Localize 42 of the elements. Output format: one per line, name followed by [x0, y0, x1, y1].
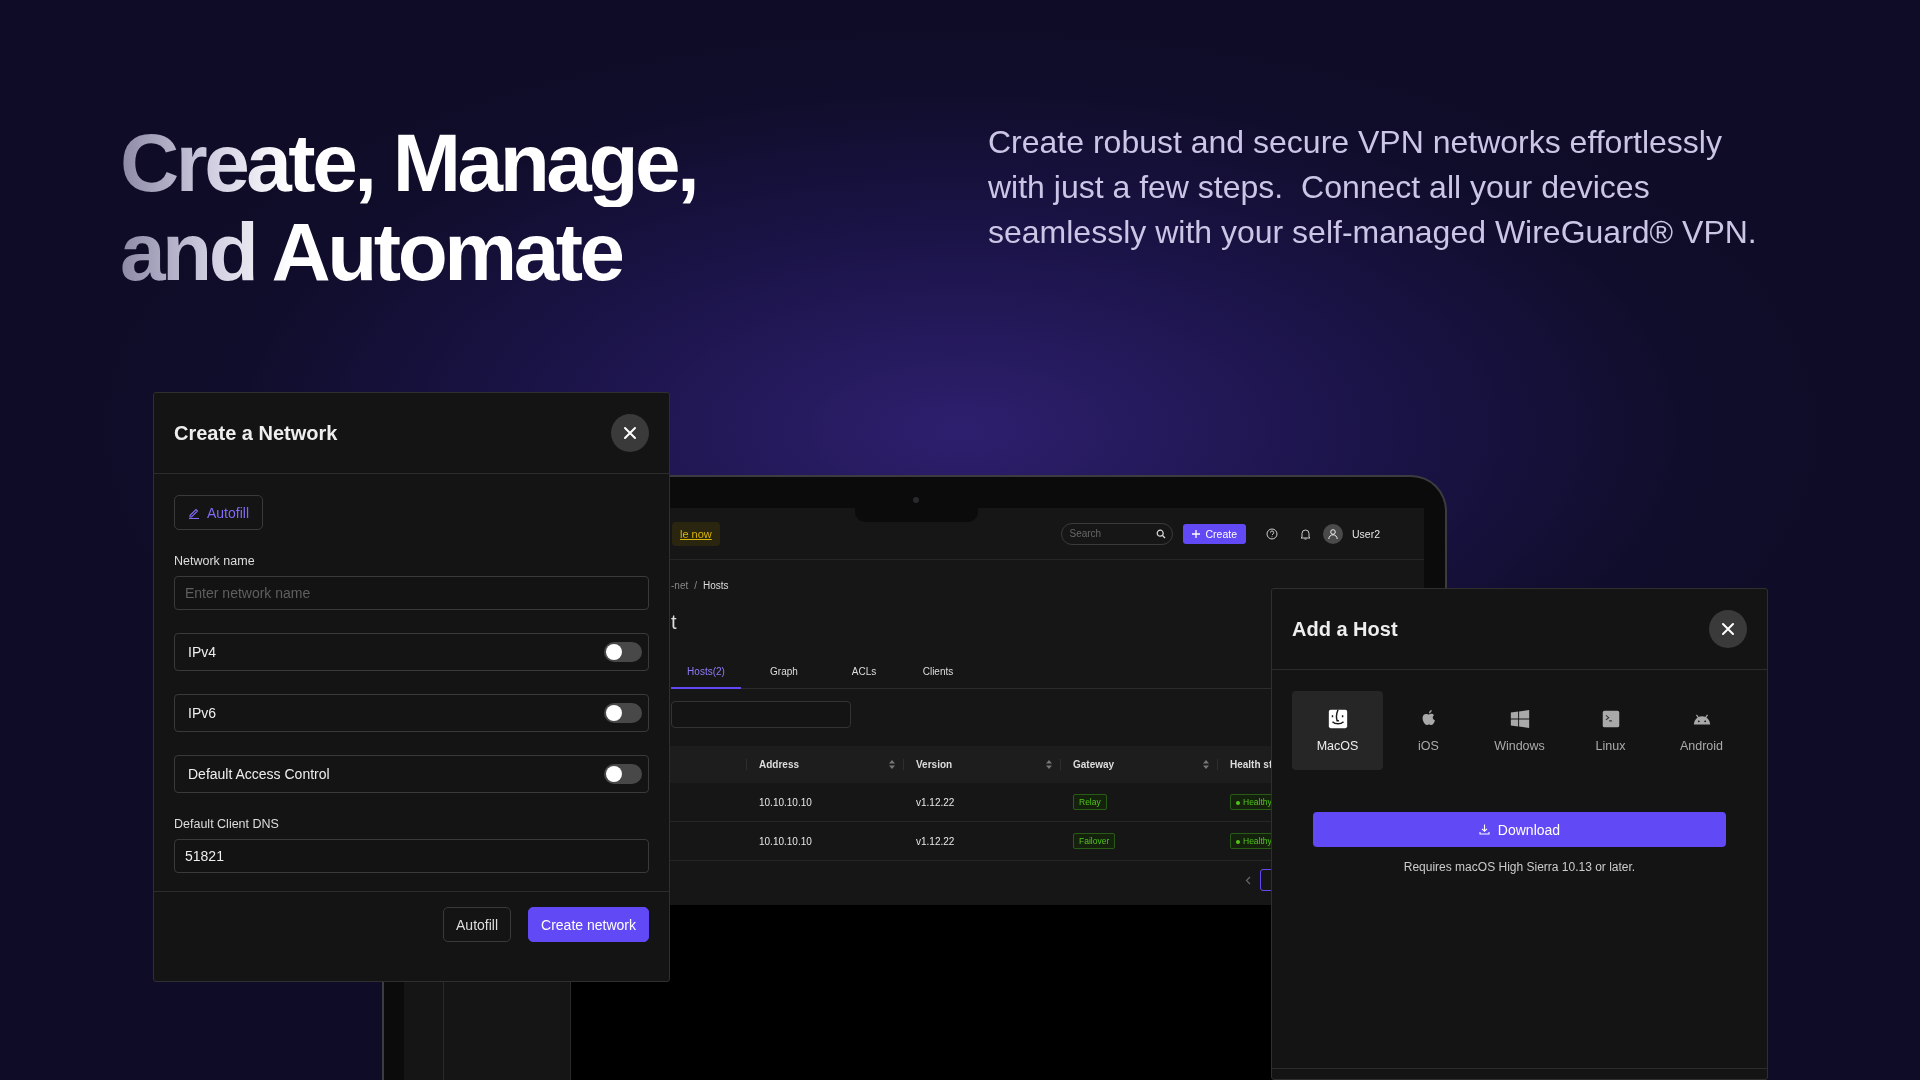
column-header: Version [916, 759, 953, 770]
table-cell-text: 10.10.10.10 [758, 835, 813, 847]
platform-tab[interactable]: iOS [1383, 691, 1474, 770]
description-line: with just a few steps. Connect all your devices [988, 168, 1650, 207]
tab[interactable]: Graph [741, 658, 827, 689]
toggle-label: Default Access Control [188, 766, 330, 782]
breadcrumb-separator: / [694, 580, 697, 591]
field-label: Network name [174, 554, 255, 568]
description-line: seamlessly with your self-managed WireGuard® VPN. [988, 213, 1757, 252]
breadcrumb-item[interactable]: -net [671, 580, 689, 591]
user-name: User2 [1352, 527, 1380, 540]
table-cell-text: v1.12.22 [915, 835, 956, 847]
platform-tab[interactable]: MacOS [1292, 691, 1383, 770]
field-label: Default Client DNS [174, 817, 279, 831]
page-title: t [671, 611, 677, 634]
column-header: Gateway [1073, 759, 1115, 770]
description-line: Create robust and secure VPN networks effortlessly [988, 123, 1722, 162]
toggle-label: IPv6 [188, 705, 216, 721]
dialog-title: Add a Host [1292, 617, 1398, 641]
dialog-title: Create a Network [174, 421, 338, 445]
tab[interactable]: Clients [901, 658, 975, 689]
platform-tab[interactable]: Windows [1474, 691, 1565, 770]
autofill-button[interactable]: Autofill [174, 495, 264, 530]
gateway-badge: Relay [1073, 794, 1107, 810]
platform-tab[interactable]: Android [1656, 691, 1747, 770]
platform-tab[interactable]: Linux [1565, 691, 1656, 770]
tab[interactable]: ACLs [827, 658, 901, 689]
network-name-field[interactable]: Enter network name [174, 576, 649, 610]
breadcrumb-item: Hosts [703, 580, 729, 591]
search-field[interactable]: Search [1061, 522, 1174, 545]
download-button[interactable]: Download [1313, 812, 1726, 847]
column-header: Address [759, 759, 799, 770]
create-button[interactable]: Create [1183, 523, 1246, 544]
table-cell-text: 10.10.10.10 [758, 796, 813, 808]
upgrade-link[interactable]: le now [672, 521, 720, 546]
dns-field[interactable]: 51821 [174, 839, 649, 873]
table-cell-text: v1.12.22 [915, 796, 956, 808]
requirement-note: Requires macOS High Sierra 10.13 or later. [1403, 860, 1636, 874]
gateway-badge: Failover [1073, 833, 1116, 849]
autofill-button[interactable]: Autofill [443, 907, 512, 942]
toggle-label: IPv4 [188, 644, 216, 660]
create-network-button[interactable]: Create network [528, 907, 649, 942]
